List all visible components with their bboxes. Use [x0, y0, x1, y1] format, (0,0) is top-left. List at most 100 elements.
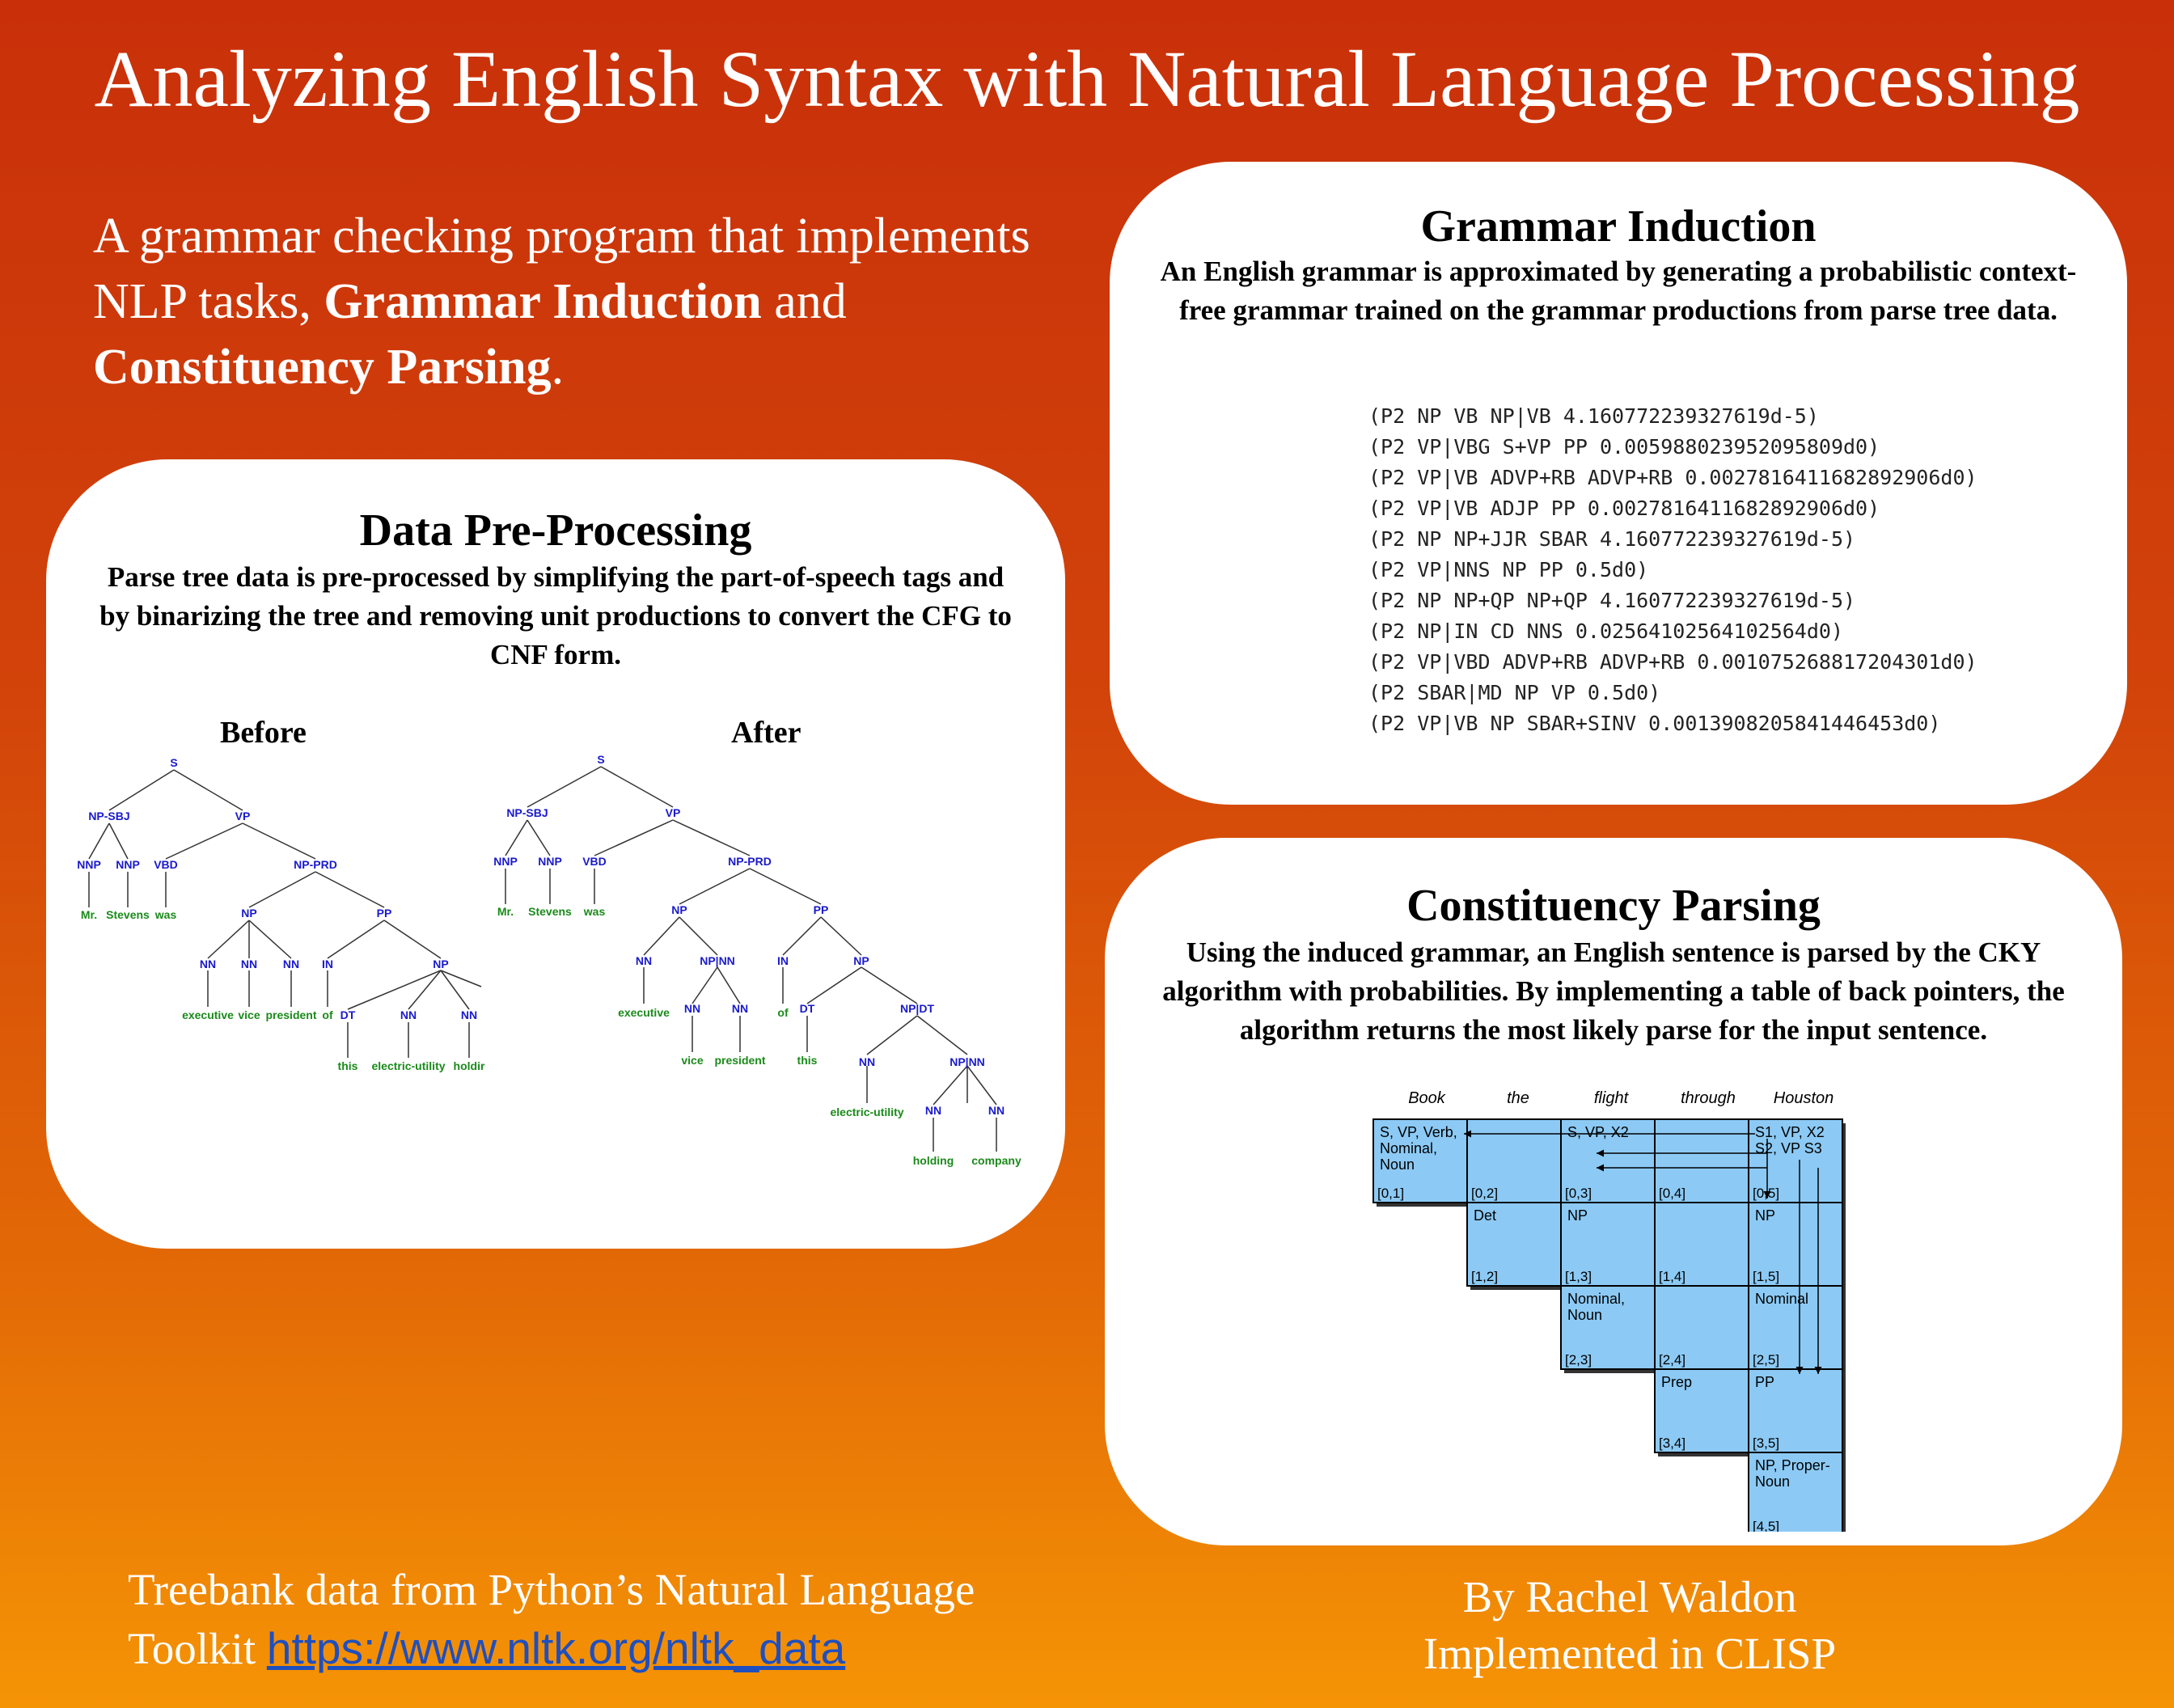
preprocessing-description: Parse tree data is pre-processed by simp…	[99, 561, 1012, 670]
tree-node: VP	[235, 810, 251, 822]
grammar-rule: (P2 VP|VB ADJP PP 0.0027816411682892906d…	[1368, 497, 1880, 520]
tree-node: NP	[433, 958, 448, 970]
tree-node: PP	[814, 903, 829, 916]
tree-node: NP-PRD	[728, 855, 772, 868]
tree-node: NP	[853, 954, 869, 967]
grammar-rule: (P2 NP NP+JJR SBAR 4.160772239327619d-5)	[1368, 527, 1856, 551]
before-tree: S NP-SBJ VP NNP NNP VBD NP-PRD NP PP NN …	[77, 756, 485, 1072]
tree-word: was	[154, 908, 177, 921]
cky-span: [2,4]	[1659, 1352, 1685, 1368]
cky-span: [0,4]	[1659, 1186, 1685, 1201]
grammar-rule: (P2 VP|NNS NP PP 0.5d0)	[1368, 558, 1649, 581]
tree-node: NP|NN	[700, 954, 735, 967]
tree-word: of	[322, 1008, 333, 1021]
tree-word: electric-utility	[371, 1059, 445, 1072]
tree-node: NNP	[116, 858, 140, 871]
induction-description: An English grammar is approximated by ge…	[1160, 256, 2077, 326]
tree-word: president	[714, 1054, 765, 1067]
tree-node: NP-PRD	[294, 858, 337, 871]
cky-header: the	[1507, 1089, 1529, 1107]
induction-title: Grammar Induction	[1420, 201, 1817, 252]
cky-cell-label: Noun	[1380, 1156, 1415, 1173]
parsing-title: Constituency Parsing	[1406, 881, 1821, 931]
poster-title: Analyzing English Syntax with Natural La…	[94, 34, 2080, 124]
intro-part3: .	[551, 340, 565, 395]
cky-cell-label: Prep	[1661, 1374, 1692, 1390]
tree-node: NN	[461, 1008, 477, 1021]
nltk-link[interactable]: https://www.nltk.org/nltk_data	[267, 1623, 845, 1673]
tree-node: NN	[859, 1055, 875, 1068]
grammar-rule: (P2 VP|VBD ADVP+RB ADVP+RB 0.00107526881…	[1368, 650, 1977, 674]
cky-cell-label: Noun	[1567, 1307, 1602, 1323]
tree-node: NP-SBJ	[88, 810, 129, 822]
grammar-rule: (P2 SBAR|MD NP VP 0.5d0)	[1368, 681, 1661, 704]
tree-node: VBD	[582, 855, 607, 868]
cky-header: through	[1681, 1089, 1736, 1107]
cky-span: [0,5]	[1753, 1186, 1779, 1201]
cky-span: [1,5]	[1753, 1269, 1779, 1284]
tree-node: NN	[200, 958, 216, 970]
tree-node: VP	[666, 806, 681, 819]
tree-node: NN	[400, 1008, 417, 1021]
tree-node: NN	[283, 958, 299, 970]
after-label: After	[731, 716, 802, 750]
author-name: By Rachel Waldon	[1462, 1572, 1797, 1621]
intro-text: A grammar checking program that implemen…	[93, 204, 1104, 400]
tree-node: NN	[732, 1002, 748, 1015]
cky-span: [3,4]	[1659, 1435, 1685, 1451]
cky-cell-label: S2, VP S3	[1755, 1140, 1822, 1156]
tree-word: holding	[913, 1154, 954, 1167]
parsing-description: Using the induced grammar, an English se…	[1162, 936, 2065, 1046]
before-label: Before	[220, 716, 307, 750]
after-tree: S NP-SBJ VP NNP NNP VBD NP-PRD NP PP NN …	[493, 753, 1021, 1167]
credit-line1: Treebank data from Python’s Natural Lang…	[128, 1565, 975, 1614]
tree-node: NP	[671, 903, 687, 916]
author-block: By Rachel Waldon Implemented in CLISP	[1375, 1569, 1884, 1682]
grammar-rule: (P2 NP|IN CD NNS 0.02564102564102564d0)	[1368, 619, 1843, 643]
tree-word: Mr.	[497, 905, 514, 918]
tree-word: company	[971, 1154, 1021, 1167]
tree-word: this	[338, 1059, 358, 1072]
grammar-rule: (P2 VP|VB NP SBAR+SINV 0.001390820584144…	[1368, 712, 1941, 735]
tree-word: was	[583, 905, 606, 918]
tree-word: vice	[681, 1054, 703, 1067]
intro-bold-parsing: Constituency Parsing	[93, 340, 552, 395]
cky-cell-label: Nominal,	[1380, 1140, 1437, 1156]
cky-span: [2,3]	[1565, 1352, 1592, 1368]
preprocessing-title: Data Pre-Processing	[359, 505, 752, 556]
tree-node: DT	[800, 1002, 815, 1015]
grammar-rule: (P2 VP|VBG S+VP PP 0.005988023952095809d…	[1368, 435, 1880, 459]
tree-word: this	[797, 1054, 818, 1067]
tree-node: NN	[925, 1104, 941, 1117]
cky-span: [0,1]	[1377, 1186, 1404, 1201]
tree-word: executive	[618, 1006, 670, 1019]
tree-node: NN	[684, 1002, 700, 1015]
cky-span: [4,5]	[1753, 1519, 1779, 1532]
tree-node: PP	[377, 907, 392, 920]
intro-bold-induction: Grammar Induction	[324, 274, 762, 329]
data-credit: Treebank data from Python’s Natural Lang…	[128, 1561, 975, 1678]
tree-node: S	[597, 753, 604, 766]
credit-line2: Toolkit https://www.nltk.org/nltk_data	[128, 1619, 975, 1678]
grammar-rule: (P2 NP NP+QP NP+QP 4.160772239327619d-5)	[1368, 589, 1856, 612]
tree-word: Mr.	[81, 908, 97, 921]
cky-span: [2,5]	[1753, 1352, 1779, 1368]
tree-word: president	[265, 1008, 316, 1021]
cky-cell-label: NP	[1755, 1207, 1775, 1224]
cky-header: Book	[1408, 1089, 1446, 1107]
implementation-language: Implemented in CLISP	[1423, 1629, 1837, 1678]
tree-node: NN	[988, 1104, 1005, 1117]
tree-word: Stevens	[528, 905, 572, 918]
tree-node: IN	[777, 954, 789, 967]
cky-header: Houston	[1774, 1089, 1834, 1107]
cky-cell-label: NP	[1567, 1207, 1588, 1224]
cky-cell-label: Nominal,	[1567, 1291, 1625, 1307]
grammar-rule: (P2 VP|VB ADVP+RB ADVP+RB 0.002781641168…	[1368, 466, 1977, 489]
tree-node: NP	[241, 907, 256, 920]
tree-node: NNP	[77, 858, 101, 871]
cky-header: flight	[1594, 1089, 1630, 1107]
cky-cell-label: S, VP, Verb,	[1380, 1124, 1457, 1140]
tree-node: NP|DT	[900, 1002, 934, 1015]
grammar-rule: (P2 NP VB NP|VB 4.160772239327619d-5)	[1368, 404, 1819, 428]
tree-node: NNP	[493, 855, 518, 868]
